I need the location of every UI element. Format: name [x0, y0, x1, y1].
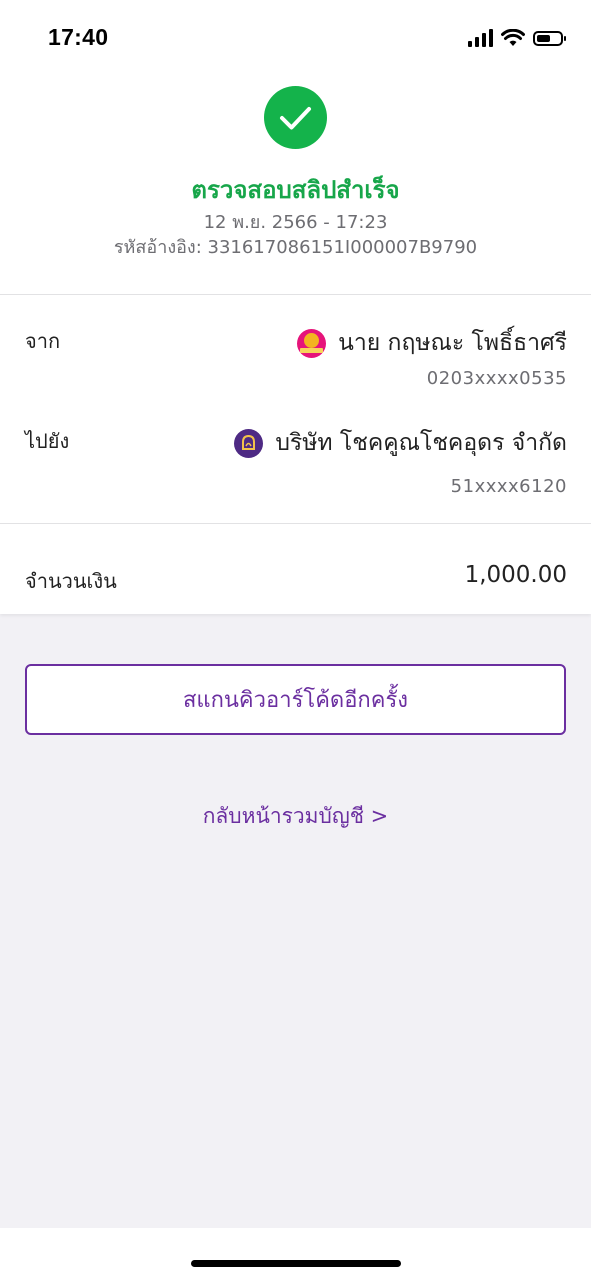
- from-label: จาก: [25, 329, 61, 353]
- checkmark-circle-icon: [264, 86, 327, 149]
- home-indicator[interactable]: [191, 1260, 401, 1267]
- receiver-account: 51xxxx6120: [450, 476, 567, 497]
- sender-account: 0203xxxx0535: [426, 368, 567, 389]
- scb-bank-logo-icon: [234, 428, 264, 458]
- sender-name: นาย กฤษณะ โพธิ์ธาศรี: [338, 330, 567, 356]
- back-to-accounts-link[interactable]: กลับหน้ารวมบัญชี >: [0, 800, 591, 833]
- sender-row: นาย กฤษณะ โพธิ์ธาศรี: [297, 325, 567, 361]
- scan-qr-again-button[interactable]: สแกนคิวอาร์โค้ดอีกครั้ง: [25, 664, 566, 735]
- amount-row: จำนวนเงิน 1,000.00: [0, 524, 591, 614]
- success-title: ตรวจสอบสลิปสำเร็จ: [191, 176, 400, 204]
- wifi-icon: [501, 29, 525, 46]
- bottom-bar: [0, 1228, 591, 1280]
- to-label: ไปยัง: [25, 429, 70, 453]
- status-bar: 17:40: [0, 0, 591, 74]
- receiver-row: บริษัท โชคคูณโชคอุดร จำกัด: [234, 425, 567, 461]
- amount-value: 1,000.00: [464, 562, 567, 588]
- gsb-bank-logo-icon: [297, 328, 327, 358]
- amount-label: จำนวนเงิน: [25, 569, 117, 593]
- transfer-details: จาก นาย กฤษณะ โพธิ์ธาศรี 0203xxxx0535 ไป…: [0, 295, 591, 524]
- status-time: 17:40: [48, 24, 109, 50]
- status-icons: [468, 26, 566, 50]
- battery-icon: [533, 30, 566, 46]
- reference-code: รหัสอ้างอิง: 331617086151I000007B9790: [113, 237, 478, 258]
- receiver-name: บริษัท โชคคูณโชคอุดร จำกัด: [275, 430, 567, 456]
- cellular-signal-icon: [468, 29, 493, 47]
- verification-header: ตรวจสอบสลิปสำเร็จ 12 พ.ย. 2566 - 17:23 ร…: [0, 74, 591, 295]
